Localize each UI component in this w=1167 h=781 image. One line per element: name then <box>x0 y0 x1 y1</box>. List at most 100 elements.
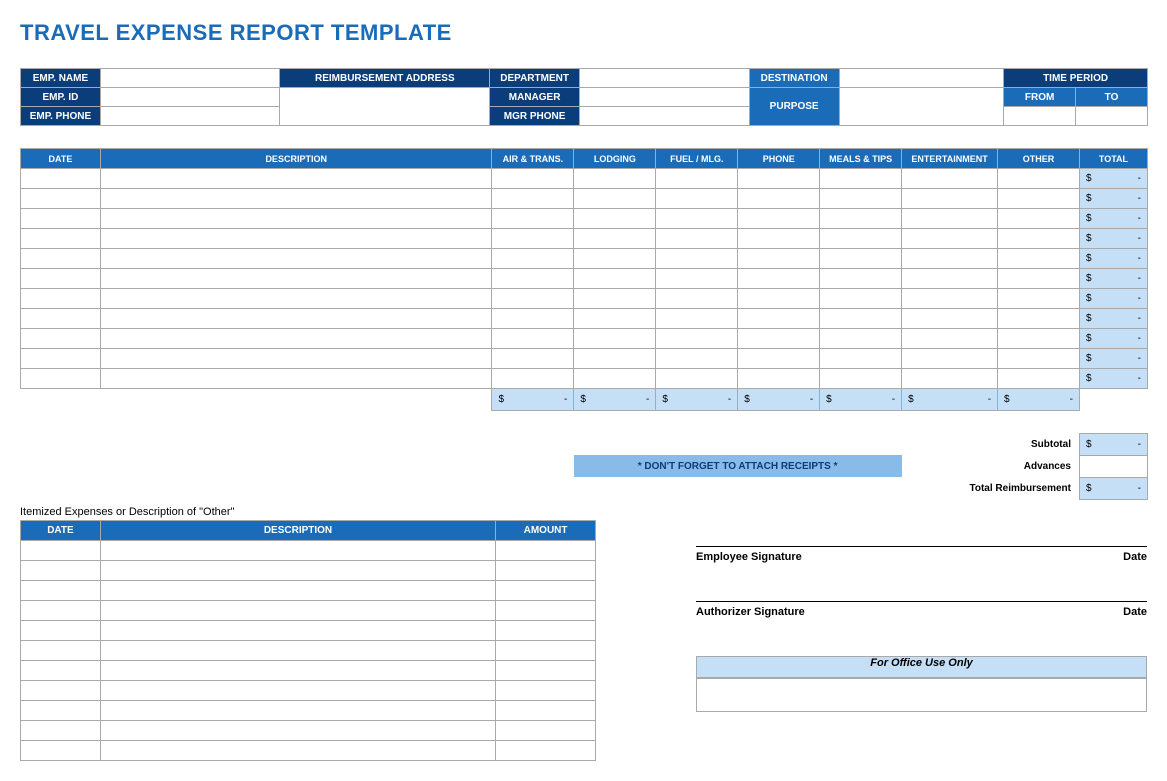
cell[interactable] <box>820 209 902 229</box>
cell[interactable] <box>21 740 101 760</box>
cell[interactable] <box>492 289 574 309</box>
cell[interactable] <box>21 700 101 720</box>
cell[interactable] <box>902 349 998 369</box>
cell[interactable] <box>902 269 998 289</box>
input-mgr-phone[interactable] <box>580 107 750 126</box>
cell[interactable] <box>100 740 495 760</box>
cell[interactable] <box>820 169 902 189</box>
cell[interactable] <box>902 249 998 269</box>
cell[interactable] <box>738 309 820 329</box>
cell[interactable] <box>21 540 101 560</box>
cell[interactable] <box>100 329 492 349</box>
cell[interactable] <box>656 269 738 289</box>
cell[interactable] <box>100 700 495 720</box>
cell[interactable] <box>100 580 495 600</box>
cell[interactable] <box>656 189 738 209</box>
cell[interactable] <box>998 269 1080 289</box>
cell[interactable] <box>738 169 820 189</box>
cell[interactable] <box>998 169 1080 189</box>
cell[interactable] <box>21 349 101 369</box>
cell[interactable] <box>100 660 495 680</box>
cell[interactable] <box>902 169 998 189</box>
cell[interactable] <box>21 720 101 740</box>
cell[interactable] <box>902 369 998 389</box>
cell[interactable] <box>902 189 998 209</box>
cell[interactable] <box>574 169 656 189</box>
cell[interactable] <box>21 289 101 309</box>
cell[interactable] <box>574 209 656 229</box>
cell[interactable] <box>998 229 1080 249</box>
cell[interactable] <box>21 229 101 249</box>
cell[interactable] <box>656 229 738 249</box>
office-use-body[interactable] <box>696 678 1147 712</box>
cell[interactable] <box>496 620 596 640</box>
cell[interactable] <box>656 309 738 329</box>
cell[interactable] <box>492 169 574 189</box>
cell[interactable] <box>820 189 902 209</box>
cell[interactable] <box>21 369 101 389</box>
input-emp-id[interactable] <box>100 88 280 107</box>
cell[interactable] <box>738 269 820 289</box>
cell[interactable] <box>738 369 820 389</box>
cell[interactable] <box>820 249 902 269</box>
cell[interactable] <box>21 680 101 700</box>
cell[interactable] <box>820 329 902 349</box>
cell[interactable] <box>820 369 902 389</box>
cell[interactable] <box>902 289 998 309</box>
cell[interactable] <box>100 680 495 700</box>
cell[interactable] <box>738 289 820 309</box>
cell[interactable] <box>902 329 998 349</box>
cell[interactable] <box>496 580 596 600</box>
input-from[interactable] <box>1004 107 1076 126</box>
cell[interactable] <box>100 540 495 560</box>
cell[interactable] <box>998 249 1080 269</box>
cell[interactable] <box>998 289 1080 309</box>
cell[interactable] <box>492 349 574 369</box>
cell[interactable] <box>496 700 596 720</box>
cell[interactable] <box>100 269 492 289</box>
cell[interactable] <box>902 229 998 249</box>
cell[interactable] <box>492 269 574 289</box>
cell[interactable] <box>820 269 902 289</box>
cell[interactable] <box>100 349 492 369</box>
cell[interactable] <box>21 600 101 620</box>
input-reimb-addr[interactable] <box>280 88 490 126</box>
cell[interactable] <box>998 369 1080 389</box>
cell[interactable] <box>998 209 1080 229</box>
cell[interactable] <box>820 349 902 369</box>
cell[interactable] <box>492 369 574 389</box>
cell[interactable] <box>574 249 656 269</box>
input-to[interactable] <box>1076 107 1148 126</box>
cell[interactable] <box>574 309 656 329</box>
cell[interactable] <box>656 249 738 269</box>
cell[interactable] <box>998 309 1080 329</box>
input-destination[interactable] <box>839 69 1004 88</box>
cell[interactable] <box>100 229 492 249</box>
cell[interactable] <box>820 309 902 329</box>
cell[interactable] <box>574 189 656 209</box>
cell[interactable] <box>492 249 574 269</box>
cell[interactable] <box>21 660 101 680</box>
cell[interactable] <box>656 349 738 369</box>
cell[interactable] <box>496 560 596 580</box>
cell[interactable] <box>820 229 902 249</box>
cell[interactable] <box>100 249 492 269</box>
cell[interactable] <box>574 329 656 349</box>
cell[interactable] <box>998 349 1080 369</box>
cell[interactable] <box>100 309 492 329</box>
cell[interactable] <box>100 169 492 189</box>
cell[interactable] <box>902 309 998 329</box>
cell[interactable] <box>21 269 101 289</box>
cell[interactable] <box>656 289 738 309</box>
cell[interactable] <box>738 349 820 369</box>
cell[interactable] <box>738 249 820 269</box>
cell[interactable] <box>998 189 1080 209</box>
cell[interactable] <box>574 369 656 389</box>
cell[interactable] <box>492 209 574 229</box>
cell[interactable] <box>496 540 596 560</box>
cell[interactable] <box>656 369 738 389</box>
cell[interactable] <box>21 620 101 640</box>
input-purpose[interactable] <box>839 88 1004 126</box>
cell[interactable] <box>496 640 596 660</box>
cell[interactable] <box>100 209 492 229</box>
